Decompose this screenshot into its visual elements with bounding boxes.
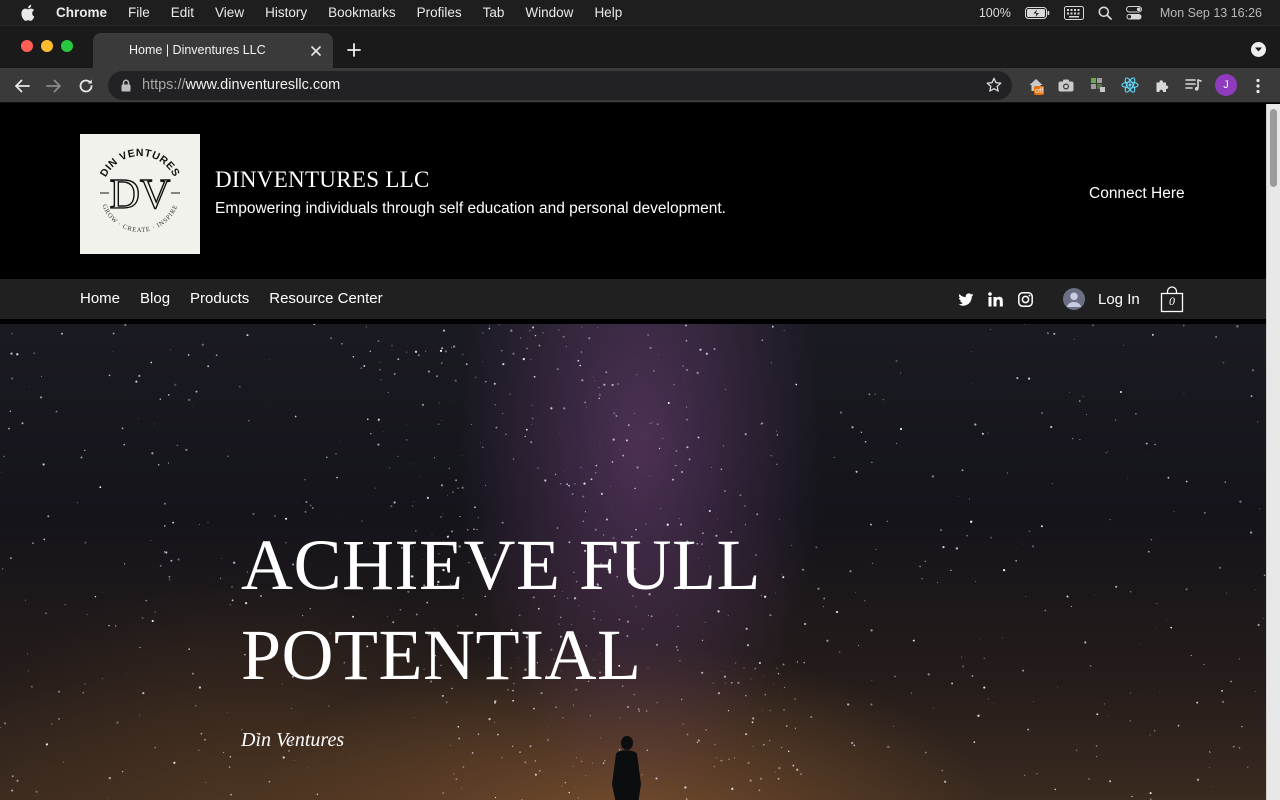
spotlight-search-icon[interactable]	[1098, 6, 1112, 20]
control-center-icon[interactable]	[1125, 5, 1142, 20]
twitter-icon[interactable]	[957, 291, 974, 308]
browser-tab-active[interactable]: Home | Dinventures LLC	[93, 33, 333, 69]
window-controls	[21, 40, 73, 52]
tab-title: Home | Dinventures LLC	[129, 43, 266, 57]
reload-icon[interactable]	[75, 75, 97, 97]
nav-home[interactable]: Home	[80, 290, 120, 307]
site-header: DIN VENTURES GROW · CREATE · INSPIRE DV …	[0, 104, 1266, 279]
extensions-puzzle-icon[interactable]	[1152, 75, 1172, 95]
new-tab-plus-icon[interactable]	[344, 40, 364, 60]
tab-strip: Home | Dinventures LLC	[0, 25, 1280, 69]
url-text[interactable]: https://www.dinventuresllc.com	[142, 77, 340, 93]
zoom-window-button[interactable]	[61, 40, 73, 52]
macos-menu-bar: Chrome File Edit View History Bookmarks …	[0, 0, 1280, 25]
page-scrollbar[interactable]	[1266, 104, 1280, 800]
menu-file[interactable]: File	[128, 5, 150, 20]
site-logo[interactable]: DIN VENTURES GROW · CREATE · INSPIRE DV	[80, 134, 200, 254]
menu-history[interactable]: History	[265, 5, 307, 20]
svg-text:DV: DV	[110, 172, 171, 218]
linkedin-icon[interactable]	[987, 291, 1004, 308]
nav-blog[interactable]: Blog	[140, 290, 170, 307]
menu-clock[interactable]: Mon Sep 13 16:26	[1160, 6, 1262, 20]
minimize-window-button[interactable]	[41, 40, 53, 52]
media-queue-icon[interactable]	[1183, 75, 1203, 95]
close-window-button[interactable]	[21, 40, 33, 52]
menu-tab[interactable]: Tab	[483, 5, 505, 20]
lock-icon[interactable]	[121, 79, 131, 97]
login-label: Log In	[1098, 290, 1140, 308]
extension-home-icon[interactable]: off	[1026, 75, 1046, 95]
hero-banner: ACHIEVE FULL POTENTIAL Din Ventures	[0, 324, 1266, 800]
extension-off-badge: off	[1034, 86, 1045, 95]
menu-edit[interactable]: Edit	[171, 5, 194, 20]
site-nav-bar: Home Blog Products Resource Center Log I…	[0, 279, 1266, 319]
nav-resource-center[interactable]: Resource Center	[269, 290, 382, 307]
nav-products[interactable]: Products	[190, 290, 249, 307]
browser-toolbar: https://www.dinventuresllc.com off J	[0, 68, 1280, 103]
battery-icon[interactable]	[1024, 6, 1050, 19]
menu-profiles[interactable]: Profiles	[417, 5, 462, 20]
tab-close-icon[interactable]	[308, 43, 324, 59]
instagram-icon[interactable]	[1017, 291, 1034, 308]
site-tagline: Empowering individuals through self educ…	[215, 200, 726, 217]
cart-count: 0	[1169, 294, 1175, 308]
bookmark-star-icon[interactable]	[986, 77, 1002, 98]
react-devtools-icon[interactable]	[1120, 75, 1140, 95]
apple-icon[interactable]	[20, 4, 38, 21]
login-button[interactable]: Log In	[1063, 288, 1140, 310]
hero-title-line-2: POTENTIAL	[241, 615, 642, 695]
web-page: DIN VENTURES GROW · CREATE · INSPIRE DV …	[0, 104, 1266, 800]
hero-subtitle: Din Ventures	[241, 729, 345, 751]
profile-avatar[interactable]: J	[1215, 74, 1237, 96]
battery-percent: 100%	[978, 5, 1011, 20]
extension-grid-icon[interactable]	[1088, 75, 1108, 95]
screenshot-camera-icon[interactable]	[1056, 75, 1076, 95]
more-menu-icon[interactable]	[1250, 75, 1266, 97]
menu-view[interactable]: View	[215, 5, 244, 20]
menu-help[interactable]: Help	[594, 5, 622, 20]
user-avatar-icon	[1063, 288, 1085, 310]
menu-bookmarks[interactable]: Bookmarks	[328, 5, 396, 20]
cart-icon[interactable]: 0	[1160, 286, 1184, 313]
connect-here-link[interactable]: Connect Here	[1089, 185, 1185, 203]
person-silhouette	[612, 736, 641, 800]
site-title[interactable]: DINVENTURES LLC	[215, 167, 430, 193]
tab-search-chevron-icon[interactable]	[1251, 42, 1266, 57]
menu-window[interactable]: Window	[525, 5, 573, 20]
back-arrow-icon[interactable]	[11, 75, 33, 97]
hero-title-line-1: ACHIEVE FULL	[241, 525, 761, 605]
address-bar[interactable]: https://www.dinventuresllc.com	[108, 71, 1012, 100]
scrollbar-thumb[interactable]	[1270, 109, 1277, 187]
menu-app-name[interactable]: Chrome	[56, 5, 107, 20]
keyboard-icon[interactable]	[1063, 5, 1084, 20]
hero-title: ACHIEVE FULL POTENTIAL	[241, 520, 861, 700]
forward-arrow-icon[interactable]	[43, 75, 65, 97]
